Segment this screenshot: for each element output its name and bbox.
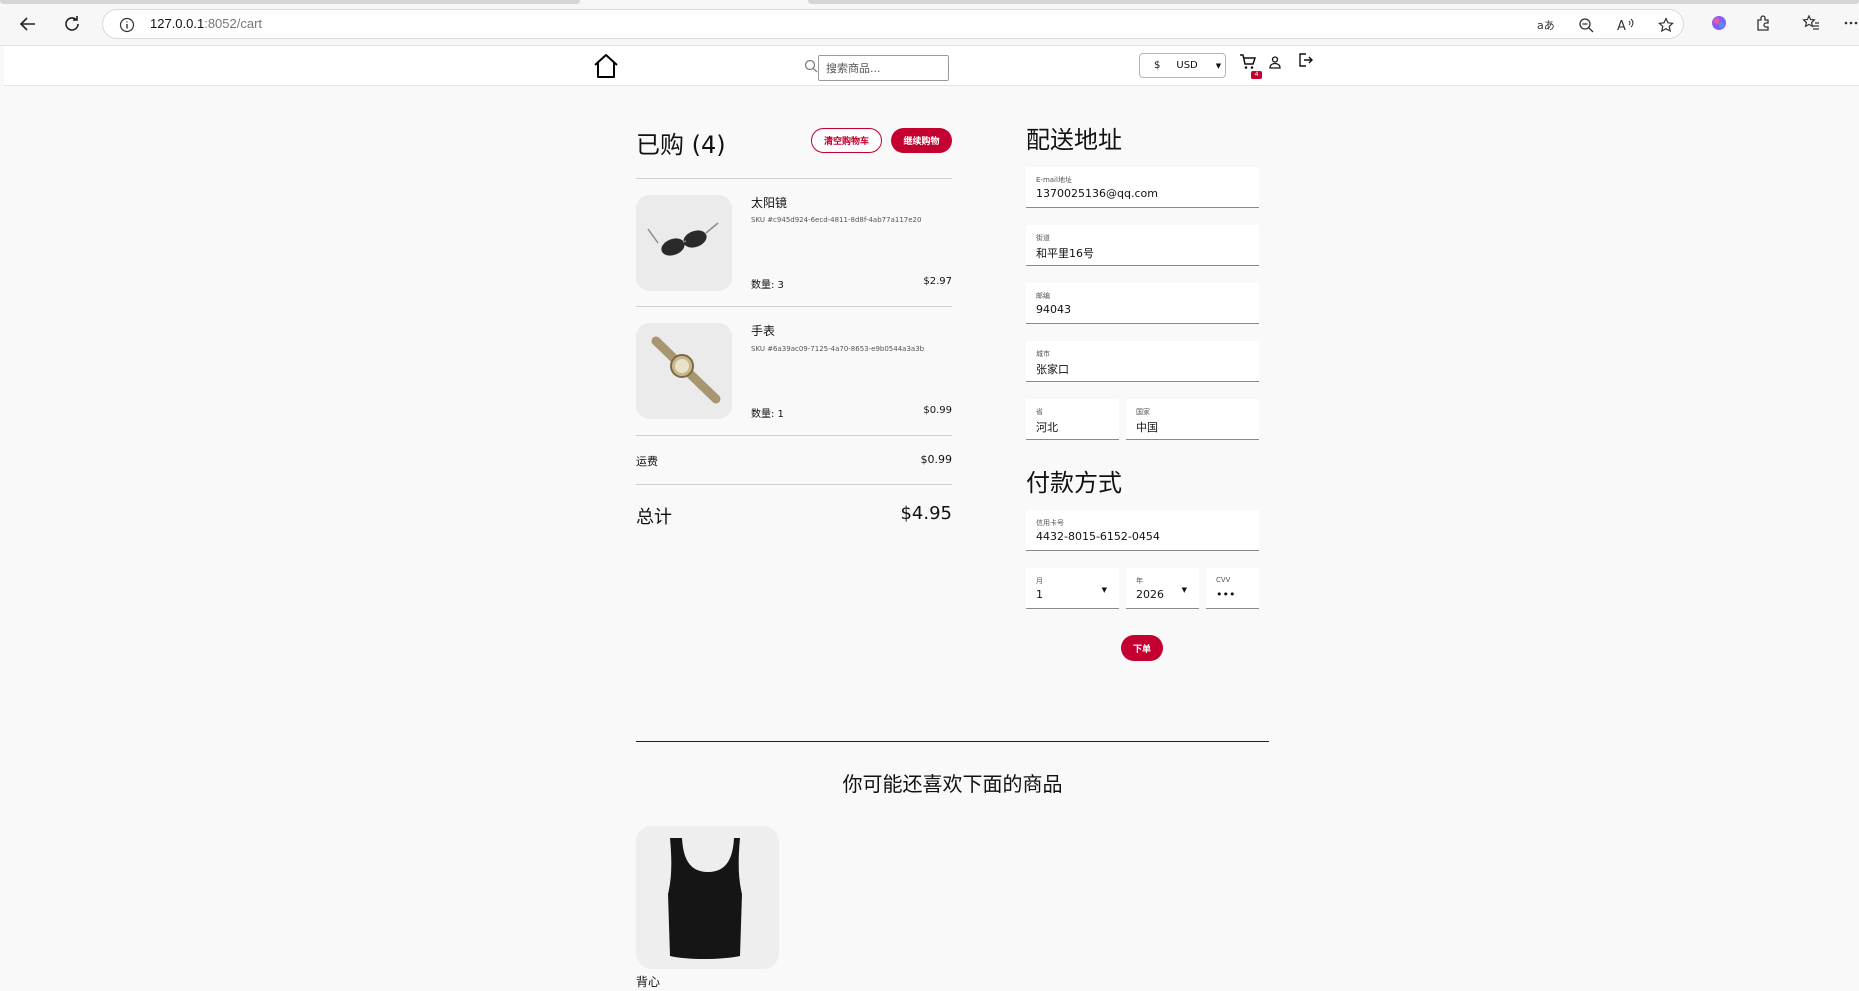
url-host: 127.0.0.1 — [150, 16, 205, 31]
user-icon[interactable] — [1268, 54, 1286, 72]
shipping-label: 运费 — [636, 455, 658, 468]
svg-text:aあ: aあ — [1537, 19, 1555, 32]
currency-select[interactable]: $ USD ▼ — [1139, 53, 1226, 78]
card-number-field[interactable]: 信用卡号 4432-8015-6152-0454 — [1026, 510, 1259, 551]
country-label: 国家 — [1136, 408, 1150, 416]
url-path: :8052/cart — [204, 16, 263, 31]
payment-title: 付款方式 — [1026, 469, 1122, 497]
extensions-icon[interactable] — [1752, 12, 1774, 34]
back-icon[interactable] — [14, 10, 42, 38]
street-value: 和平里16号 — [1036, 247, 1094, 260]
cvv-label: CVV — [1216, 576, 1231, 584]
url-text: 127.0.0.1:8052/cart — [150, 16, 262, 31]
card-number-label: 信用卡号 — [1036, 519, 1064, 527]
sunglasses-image[interactable] — [636, 195, 732, 291]
divider — [636, 178, 952, 179]
country-field[interactable]: 国家 中国 — [1126, 399, 1259, 440]
province-label: 省 — [1036, 408, 1043, 416]
browser-toolbar: 127.0.0.1:8052/cart aあ A — [0, 0, 1859, 46]
province-field[interactable]: 省 河北 — [1026, 399, 1119, 440]
item-quantity: 数量: 3 — [751, 280, 784, 291]
recommend-title: 你可能还喜欢下面的商品 — [842, 772, 1063, 796]
month-select[interactable]: 月 1 ▼ — [1026, 568, 1119, 609]
item-price: $2.97 — [923, 276, 952, 287]
divider — [636, 741, 1269, 742]
item-name[interactable]: 太阳镜 — [751, 194, 787, 211]
email-label: E-mail地址 — [1036, 176, 1072, 184]
cvv-field[interactable]: CVV ••• — [1206, 568, 1259, 609]
cart-count-badge: 4 — [1251, 71, 1262, 79]
continue-shopping-button[interactable]: 继续购物 — [891, 128, 952, 153]
country-value: 中国 — [1136, 421, 1158, 434]
total-value: $4.95 — [900, 503, 952, 524]
month-value: 1 — [1036, 588, 1043, 601]
chevron-down-icon: ▼ — [1181, 586, 1187, 594]
site-header: $ USD ▼ 4 — [4, 46, 1859, 86]
total-label: 总计 — [636, 507, 672, 528]
zip-label: 邮编 — [1036, 292, 1050, 300]
tab-strip — [0, 0, 580, 4]
divider — [636, 435, 952, 436]
card-number-value: 4432-8015-6152-0454 — [1036, 530, 1160, 543]
clear-cart-button[interactable]: 清空购物车 — [811, 128, 882, 153]
item-sku: SKU #c945d924-6ecd-4811-8d8f-4ab77a117e2… — [751, 216, 922, 224]
street-field[interactable]: 街道 和平里16号 — [1026, 225, 1259, 266]
home-icon[interactable] — [592, 52, 620, 80]
copilot-icon[interactable] — [1708, 12, 1730, 34]
city-value: 张家口 — [1036, 363, 1069, 376]
place-order-button[interactable]: 下单 — [1121, 635, 1163, 661]
reload-icon[interactable] — [58, 10, 86, 38]
city-label: 城市 — [1036, 350, 1050, 358]
read-aloud-icon[interactable]: A — [1616, 15, 1636, 35]
item-quantity: 数量: 1 — [751, 409, 784, 420]
currency-code: USD — [1176, 60, 1198, 71]
month-label: 月 — [1036, 577, 1043, 585]
watch-image[interactable] — [636, 323, 732, 419]
zip-value: 94043 — [1036, 303, 1071, 316]
tab-strip — [808, 0, 1859, 4]
favorite-star-icon[interactable] — [1656, 15, 1676, 35]
chevron-down-icon: ▼ — [1215, 61, 1222, 70]
zoom-out-icon[interactable] — [1576, 15, 1596, 35]
recommend-item-name[interactable]: 背心 — [636, 973, 660, 990]
address-bar[interactable]: 127.0.0.1:8052/cart aあ A — [102, 9, 1684, 39]
currency-symbol: $ — [1154, 60, 1161, 71]
more-menu-icon[interactable] — [1840, 12, 1859, 34]
city-field[interactable]: 城市 张家口 — [1026, 341, 1259, 382]
svg-text:A: A — [1617, 19, 1626, 33]
tank-top-image[interactable] — [636, 826, 779, 969]
divider — [636, 484, 952, 485]
zip-field[interactable]: 邮编 94043 — [1026, 283, 1259, 324]
divider — [636, 306, 952, 307]
chevron-down-icon: ▼ — [1101, 586, 1107, 594]
email-value: 1370025136@qq.com — [1036, 187, 1158, 200]
info-icon[interactable] — [117, 15, 137, 35]
shipping-value: $0.99 — [920, 453, 953, 466]
item-sku: SKU #6a39ac09-7125-4a70-8653-e9b0544a3a3… — [751, 345, 925, 353]
favorites-icon[interactable] — [1800, 12, 1822, 34]
search-input[interactable] — [818, 55, 949, 81]
cart-title: 已购 (4) — [636, 131, 726, 159]
year-label: 年 — [1136, 577, 1143, 585]
province-value: 河北 — [1036, 421, 1058, 434]
street-label: 街道 — [1036, 234, 1050, 242]
cvv-value: ••• — [1216, 588, 1236, 601]
email-field[interactable]: E-mail地址 1370025136@qq.com — [1026, 167, 1259, 208]
logout-icon[interactable] — [1297, 52, 1317, 72]
translate-icon[interactable]: aあ — [1536, 15, 1556, 35]
item-price: $0.99 — [923, 405, 952, 416]
item-name[interactable]: 手表 — [751, 322, 775, 339]
year-select[interactable]: 年 2026 ▼ — [1126, 568, 1199, 609]
year-value: 2026 — [1136, 588, 1164, 601]
shipping-title: 配送地址 — [1026, 126, 1122, 154]
